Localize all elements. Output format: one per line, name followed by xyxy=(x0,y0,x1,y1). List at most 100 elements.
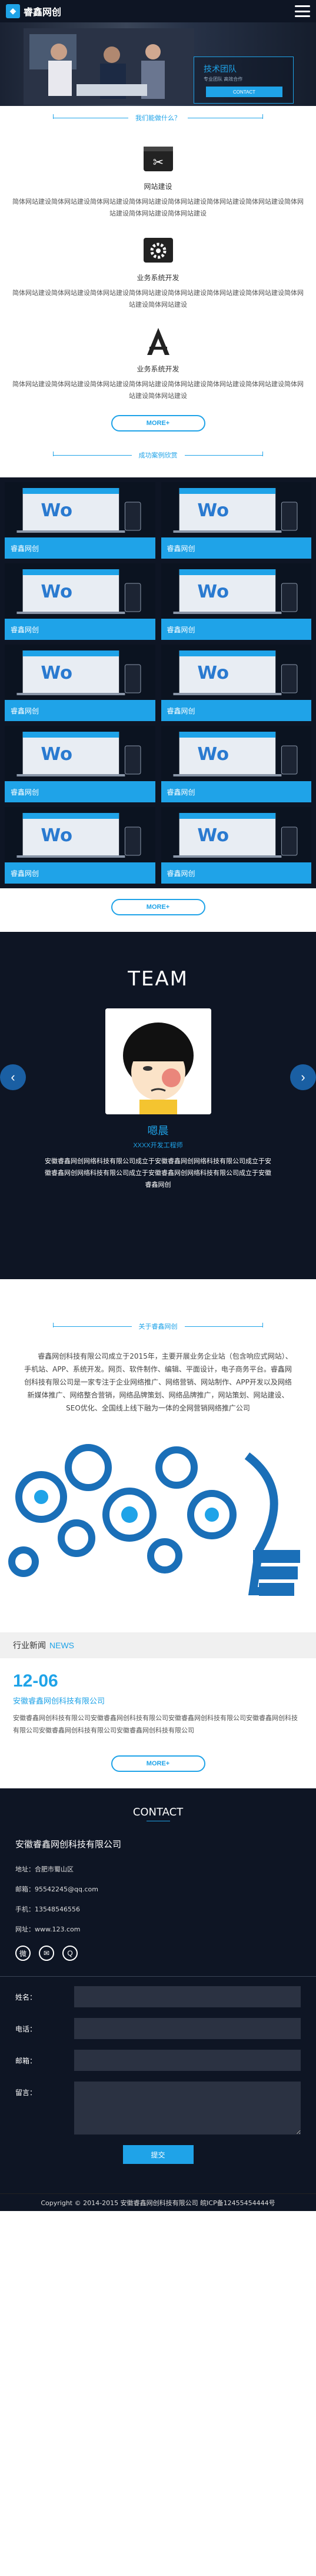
contact-company: 安徽睿鑫网创科技有限公司 xyxy=(15,1839,122,1850)
case-caption: 睿鑫网创 xyxy=(5,537,155,559)
contact-email: 邮箱：95542245@qq.com xyxy=(15,1885,98,1893)
service-text: 简体网站建设简体网站建设简体网站建设简体网站建设简体网站建设简体网站建设简体网站… xyxy=(12,380,304,400)
hero-image xyxy=(24,28,194,105)
logo-text: 睿鑫网创 xyxy=(24,6,62,18)
news-body: 安徽睿鑫网创科技有限公司安徽睿鑫网创科技有限公司安徽睿鑫网创科技有限公司安徽睿鑫… xyxy=(13,1714,298,1734)
svg-text:Wo: Wo xyxy=(197,500,229,521)
service-item-1: ✂ 网站建设 简体网站建设简体网站建设简体网站建设简体网站建设简体网站建设简体网… xyxy=(0,130,316,228)
submit-button[interactable]: 提交 xyxy=(122,2145,194,2164)
hero-contact-button[interactable]: CONTACT xyxy=(206,87,282,97)
hero-subtitle: 专业团队 高效合作 xyxy=(204,77,243,82)
case-item[interactable]: Wo 睿鑫网创 xyxy=(5,482,155,559)
form-message-label: 留言： xyxy=(15,2089,37,2097)
service-text: 简体网站建设简体网站建设简体网站建设简体网站建设简体网站建设简体网站建设简体网站… xyxy=(12,289,304,308)
case-item[interactable]: Wo 睿鑫网创 xyxy=(5,563,155,640)
case-caption: 睿鑫网创 xyxy=(161,862,311,884)
form-name-row: 姓名： xyxy=(0,1986,316,2007)
form-email-row: 邮箱： xyxy=(0,2050,316,2071)
svg-text:Wo: Wo xyxy=(197,663,229,683)
form-name-label: 姓名： xyxy=(15,1993,37,2001)
team-section: TEAM ‹ › 嗯晨 XXXX开发工程师 安徽睿鑫网创网络科技有限公司成立于安… xyxy=(0,932,316,1279)
social-links: 微 ✉ Q xyxy=(0,1940,316,1967)
case-item[interactable]: Wo 睿鑫网创 xyxy=(161,807,311,884)
footer: Copyright © 2014-2015 安徽睿鑫网创科技有限公司 皖ICP备… xyxy=(0,2193,316,2211)
message-input[interactable] xyxy=(74,2082,301,2135)
case-item[interactable]: Wo 睿鑫网创 xyxy=(5,726,155,802)
service-title: 网站建设 xyxy=(144,182,172,191)
about-text: 睿鑫网创科技有限公司成立于2015年，主要开展业务企业站（包含响应式网站）、手机… xyxy=(24,1352,292,1412)
member-role: XXXX开发工程师 xyxy=(133,1142,183,1149)
case-image: Wo xyxy=(161,645,311,700)
hero-title: 技术团队 xyxy=(204,65,237,74)
case-caption: 睿鑫网创 xyxy=(161,700,311,721)
case-caption: 睿鑫网创 xyxy=(5,862,155,884)
service-item-3: 业务系统开发 简体网站建设简体网站建设简体网站建设简体网站建设简体网站建设简体网… xyxy=(0,319,316,410)
cases-grid: Wo 睿鑫网创 Wo 睿鑫网创 Wo 睿鑫网创 Wo 睿鑫网创 Wo 睿鑫网创 Wo 睿鑫网… xyxy=(0,477,316,888)
case-item[interactable]: Wo 睿鑫网创 xyxy=(161,482,311,559)
about-heading-label: 关于睿鑫网创 xyxy=(131,1322,185,1331)
svg-text:Wo: Wo xyxy=(197,744,229,765)
case-item[interactable]: Wo 睿鑫网创 xyxy=(5,807,155,884)
next-arrow-icon[interactable]: › xyxy=(290,1064,316,1090)
services-heading-label: 我们能做什么？ xyxy=(128,113,188,122)
bulb-gears-image xyxy=(0,1415,316,1632)
menu-icon[interactable] xyxy=(295,5,310,17)
team-title: TEAM xyxy=(128,967,188,991)
news-date: 12-06 xyxy=(13,1671,58,1691)
wechat-icon[interactable]: ✉ xyxy=(39,1946,54,1961)
case-caption: 睿鑫网创 xyxy=(161,781,311,802)
about-section: 睿鑫网创科技有限公司成立于2015年，主要开展业务企业站（包含响应式网站）、手机… xyxy=(0,1338,316,1415)
form-message-row: 留言： xyxy=(0,2082,316,2135)
case-image: Wo xyxy=(5,563,155,619)
news-bar: 行业新闻 NEWS xyxy=(0,1632,316,1658)
case-image: Wo xyxy=(161,726,311,781)
phone-input[interactable] xyxy=(74,2018,301,2039)
logo-icon: ◆ xyxy=(6,4,20,18)
case-item[interactable]: Wo 睿鑫网创 xyxy=(161,563,311,640)
case-image: Wo xyxy=(161,482,311,537)
services-more-button[interactable]: MORE+ xyxy=(111,415,205,431)
news-title[interactable]: 安徽睿鑫网创科技有限公司 xyxy=(0,1691,316,1712)
svg-text:Wo: Wo xyxy=(41,663,72,683)
news-label-en: NEWS xyxy=(49,1641,74,1650)
svg-text:Wo: Wo xyxy=(41,582,72,602)
cases-more-button[interactable]: MORE+ xyxy=(111,899,205,915)
news-more-button[interactable]: MORE+ xyxy=(111,1755,205,1772)
case-caption: 睿鑫网创 xyxy=(161,537,311,559)
service-title: 业务系统开发 xyxy=(137,274,179,282)
svg-text:Wo: Wo xyxy=(41,825,72,846)
case-image: Wo xyxy=(5,645,155,700)
gear-icon xyxy=(141,233,176,268)
name-input[interactable] xyxy=(74,1986,301,2007)
case-image: Wo xyxy=(5,726,155,781)
qq-icon[interactable]: Q xyxy=(62,1946,78,1961)
contact-address: 地址：合肥市蜀山区 xyxy=(15,1865,74,1873)
form-phone-row: 电话： xyxy=(0,2018,316,2039)
hero-banner: 技术团队 专业团队 高效合作 CONTACT xyxy=(0,22,316,106)
svg-text:Wo: Wo xyxy=(41,500,72,521)
contact-phone: 手机：13548546556 xyxy=(15,1906,80,1913)
case-item[interactable]: Wo 睿鑫网创 xyxy=(161,726,311,802)
weibo-icon[interactable]: 微 xyxy=(15,1946,31,1961)
case-caption: 睿鑫网创 xyxy=(161,619,311,640)
logo[interactable]: ◆ 睿鑫网创 xyxy=(6,4,61,18)
app-store-icon xyxy=(141,324,176,359)
case-item[interactable]: Wo 睿鑫网创 xyxy=(161,645,311,721)
svg-text:Wo: Wo xyxy=(197,825,229,846)
case-image: Wo xyxy=(161,563,311,619)
services-heading: 我们能做什么？ xyxy=(0,106,316,130)
case-item[interactable]: Wo 睿鑫网创 xyxy=(5,645,155,721)
case-caption: 睿鑫网创 xyxy=(5,619,155,640)
case-image: Wo xyxy=(161,807,311,862)
member-avatar xyxy=(105,1008,211,1114)
case-image: Wo xyxy=(5,807,155,862)
prev-arrow-icon[interactable]: ‹ xyxy=(0,1064,26,1090)
svg-text:Wo: Wo xyxy=(197,582,229,602)
member-desc: 安徽睿鑫网创网络科技有限公司成立于安徽睿鑫网创网络科技有限公司成立于安徽睿鑫网创… xyxy=(45,1157,271,1189)
form-email-label: 邮箱： xyxy=(15,2057,37,2065)
service-title: 业务系统开发 xyxy=(137,365,179,373)
email-input[interactable] xyxy=(74,2050,301,2071)
case-caption: 睿鑫网创 xyxy=(5,700,155,721)
tools-icon: ✂ xyxy=(141,141,176,177)
case-caption: 睿鑫网创 xyxy=(5,781,155,802)
